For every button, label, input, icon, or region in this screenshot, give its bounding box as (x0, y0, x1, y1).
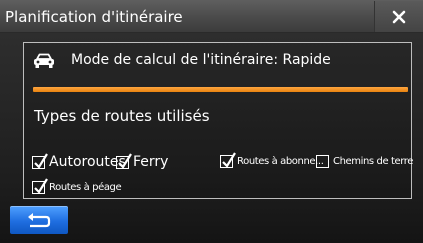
checkbox-ferry[interactable]: Ferry (116, 152, 169, 170)
close-button[interactable] (374, 1, 423, 32)
window-title: Planification d'itinéraire (5, 8, 183, 26)
title-bar: Planification d'itinéraire (0, 0, 423, 33)
checkbox-checked-icon (32, 178, 48, 194)
checkbox-autoroutes[interactable]: Autoroutes (32, 152, 126, 170)
checkbox-checked-icon (116, 152, 132, 169)
road-types-heading: Types de routes utilisés (34, 107, 210, 125)
checkbox-unchecked-icon (316, 155, 329, 168)
back-arrow-icon (28, 213, 51, 228)
route-mode-row[interactable]: Mode de calcul de l'itinéraire: Rapide (24, 43, 411, 79)
checkbox-checked-icon (220, 152, 236, 168)
checkbox-label: Ferry (133, 154, 169, 170)
checkbox-routes-peage[interactable]: Routes à péage (32, 178, 122, 194)
route-settings-panel: Mode de calcul de l'itinéraire: Rapide T… (23, 42, 413, 199)
back-button[interactable] (10, 206, 68, 234)
checkbox-checked-icon (32, 152, 48, 169)
route-mode-text: Mode de calcul de l'itinéraire: Rapide (71, 52, 331, 68)
close-icon (392, 10, 406, 23)
orange-divider (33, 87, 408, 92)
checkbox-routes-abonnement[interactable]: Routes à abonne... (220, 152, 324, 168)
checkbox-label: Routes à péage (49, 182, 122, 193)
checkbox-label: Chemins de terre (333, 156, 414, 167)
checkbox-label: Autoroutes (49, 154, 126, 170)
checkbox-chemins-de-terre[interactable]: Chemins de terre (316, 155, 413, 168)
checkbox-label: Routes à abonne... (237, 156, 324, 167)
car-icon (34, 53, 54, 68)
